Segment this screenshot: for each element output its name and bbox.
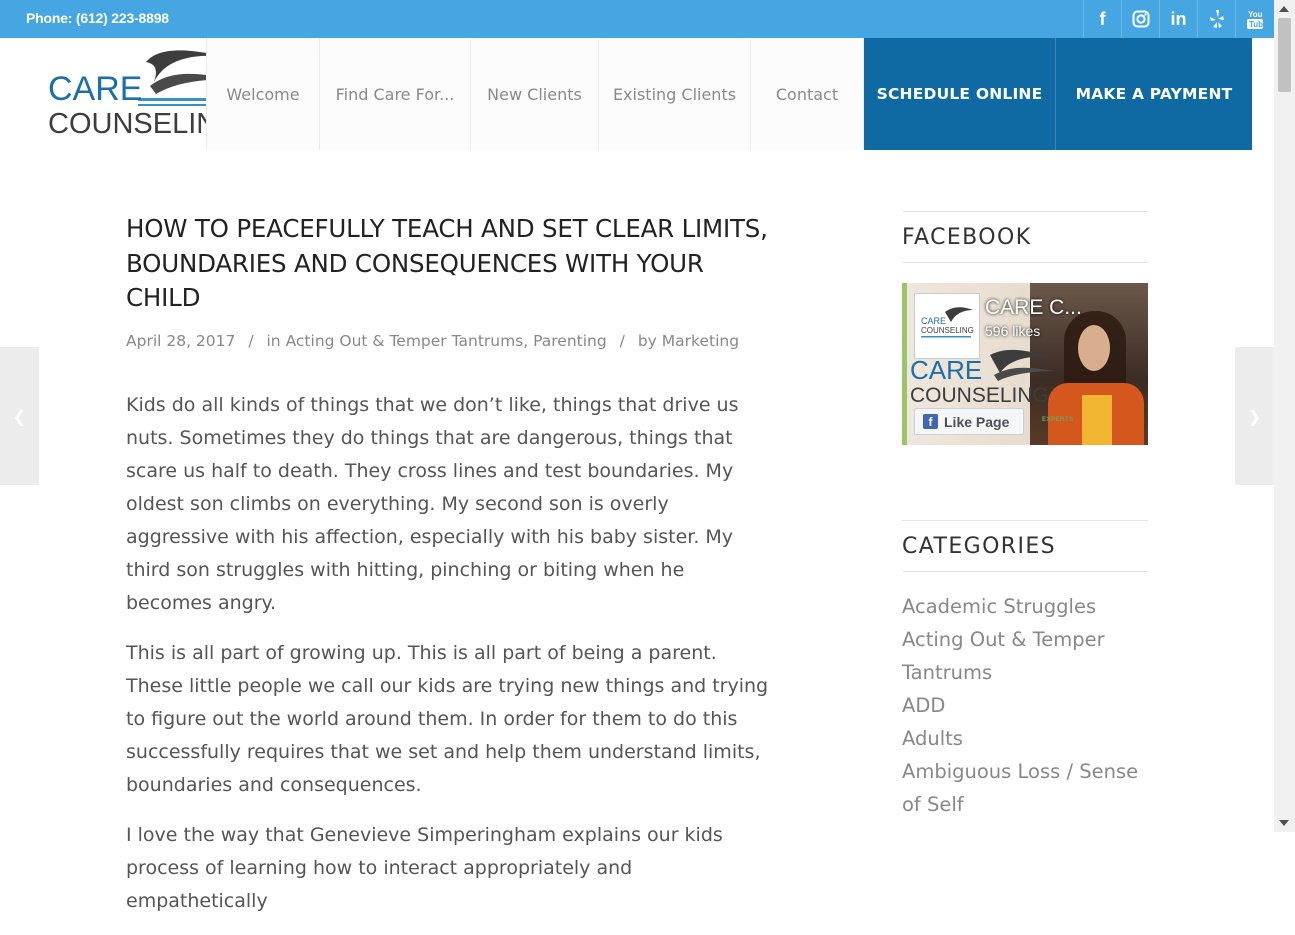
facebook-widget-title: FACEBOOK xyxy=(902,211,1148,263)
paragraph: This is all part of growing up. This is … xyxy=(126,641,769,796)
author-link[interactable]: Marketing xyxy=(662,332,739,350)
article-date: April 28, 2017 xyxy=(126,331,236,350)
chevron-right-icon: ❯ xyxy=(1247,406,1262,426)
paragraph: I love the way that Genevieve Simperingh… xyxy=(126,823,723,912)
sidebar: FACEBOOK CARE COUNSELING CARE COUNSELING… xyxy=(902,211,1148,821)
page-scrollbar[interactable] xyxy=(1274,0,1295,832)
category-link-parenting[interactable]: Parenting xyxy=(533,332,607,350)
categories-list: Academic Struggles Acting Out & Temper T… xyxy=(902,590,1148,821)
category-academic-struggles[interactable]: Academic Struggles xyxy=(902,590,1148,623)
next-post-arrow[interactable]: ❯ xyxy=(1235,347,1274,485)
logo-counseling-text: COUNSELING xyxy=(48,108,206,140)
svg-text:You: You xyxy=(1248,10,1263,19)
previous-post-arrow[interactable]: ❮ xyxy=(0,347,39,485)
article-body: Kids do all kinds of things that we don’… xyxy=(126,389,776,918)
by-label: by xyxy=(637,331,657,350)
category-acting-out[interactable]: Acting Out & Temper Tantrums xyxy=(902,623,1148,689)
schedule-online-button[interactable]: SCHEDULE ONLINE xyxy=(864,38,1055,150)
category-adults[interactable]: Adults xyxy=(902,722,1148,755)
logo-care-text: CARE xyxy=(48,70,142,108)
linkedin-icon[interactable]: in xyxy=(1159,0,1197,38)
fb-page-name[interactable]: CARE C... xyxy=(985,296,1082,320)
svg-text:CARE: CARE xyxy=(921,316,946,326)
scrollbar-thumb[interactable] xyxy=(1278,18,1291,92)
scroll-down-arrow[interactable] xyxy=(1279,820,1289,826)
like-page-label: Like Page xyxy=(944,413,1010,430)
youtube-icon[interactable]: YouTube xyxy=(1235,0,1273,38)
top-bar: Phone: (612) 223-8898 f in YouTube xyxy=(0,0,1295,38)
category-link-acting-out[interactable]: Acting Out & Temper Tantrums xyxy=(286,332,524,350)
nav-new-clients[interactable]: New Clients xyxy=(470,38,598,150)
instagram-icon[interactable] xyxy=(1121,0,1159,38)
in-label: in xyxy=(266,331,281,350)
make-a-payment-button[interactable]: MAKE A PAYMENT xyxy=(1055,38,1252,150)
nav-existing-clients[interactable]: Existing Clients xyxy=(598,38,750,150)
facebook-icon[interactable]: f xyxy=(1083,0,1121,38)
categories-widget-title: CATEGORIES xyxy=(902,520,1148,572)
svg-text:Tube: Tube xyxy=(1249,20,1265,29)
category-add[interactable]: ADD xyxy=(902,689,1148,722)
article-meta: April 28, 2017 / in Acting Out & Temper … xyxy=(126,331,740,350)
article-title: HOW TO PEACEFULLY TEACH AND SET CLEAR LI… xyxy=(126,214,768,312)
phone-number[interactable]: Phone: (612) 223-8898 xyxy=(26,10,169,26)
nav-contact[interactable]: Contact xyxy=(750,38,864,150)
facebook-icon: f xyxy=(923,414,938,429)
article: HOW TO PEACEFULLY TEACH AND SET CLEAR LI… xyxy=(126,212,776,935)
facebook-page-widget[interactable]: CARE COUNSELING CARE COUNSELING CARE C..… xyxy=(902,283,1148,445)
nav-find-care[interactable]: Find Care For... xyxy=(319,38,470,150)
site-header: CARE COUNSELING Welcome Find Care For...… xyxy=(0,38,1274,150)
category-ambiguous-loss[interactable]: Ambiguous Loss / Sense of Self xyxy=(902,755,1148,821)
page-avatar[interactable]: CARE COUNSELING xyxy=(914,293,980,359)
svg-text:COUNSELING: COUNSELING xyxy=(910,384,1049,407)
experts-text: EXPERTS xyxy=(1042,417,1074,423)
chevron-left-icon: ❮ xyxy=(12,406,27,426)
paragraph: Kids do all kinds of things that we don’… xyxy=(126,393,739,614)
care-counseling-logo[interactable]: CARE COUNSELING xyxy=(46,46,206,142)
social-links: f in YouTube xyxy=(1083,0,1273,38)
yelp-icon[interactable] xyxy=(1197,0,1235,38)
fb-like-page-button[interactable]: f Like Page xyxy=(914,408,1024,435)
scroll-up-arrow[interactable] xyxy=(1279,6,1289,12)
fb-likes-count: 596 likes xyxy=(985,323,1041,339)
main-nav: Welcome Find Care For... New Clients Exi… xyxy=(206,38,1252,150)
svg-text:COUNSELING: COUNSELING xyxy=(921,326,974,335)
nav-welcome[interactable]: Welcome xyxy=(206,38,319,150)
